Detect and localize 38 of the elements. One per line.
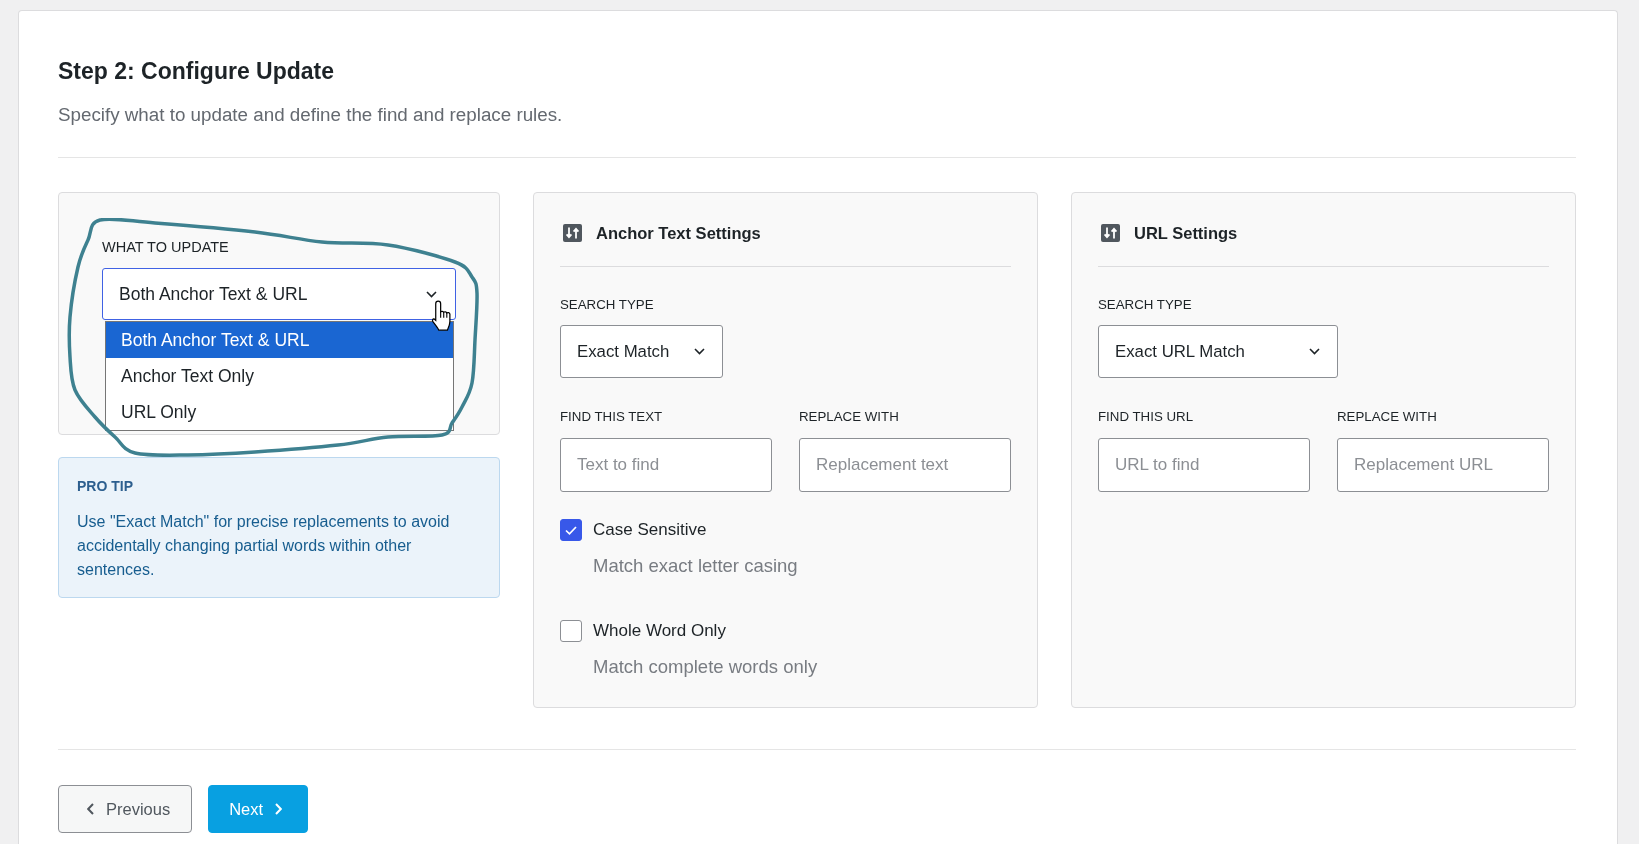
dropdown-select[interactable]: Exact URL Match <box>1098 325 1338 378</box>
checkmark-icon <box>565 525 577 535</box>
dropdown-select[interactable]: Both Anchor Text & URL <box>102 268 456 320</box>
checkbox-label: Case Sensitive <box>593 520 707 540</box>
option-description: Match exact letter casing <box>592 555 799 577</box>
dropdown-option[interactable]: Anchor Text Only <box>106 358 453 394</box>
back-button[interactable]: Previous <box>58 785 193 833</box>
field-label: SEARCH TYPE <box>560 297 655 313</box>
field-label: REPLACE WITH <box>799 409 900 425</box>
up-down-arrows-icon <box>563 224 582 242</box>
dropdown-select[interactable]: Exact Match <box>560 325 723 378</box>
dropdown-option[interactable]: URL Only <box>106 394 453 430</box>
option-description: Match complete words only <box>592 656 819 678</box>
field-label: SEARCH TYPE <box>1098 297 1193 313</box>
page-subtitle: Specify what to update and define the find and replace rules. <box>58 104 564 126</box>
panel-title: Anchor Text Settings <box>596 223 761 243</box>
up-down-arrows-icon <box>1101 224 1120 242</box>
chevron-down-icon <box>426 290 437 298</box>
panel-title: URL Settings <box>1134 223 1238 243</box>
tip-text: Use "Exact Match" for precise replacements to avoid accidentally changing partial words within other sentences. <box>77 512 451 580</box>
tip-title: PRO TIP <box>77 478 134 494</box>
chevron-down-icon <box>1309 348 1320 355</box>
input-field[interactable]: URL to find <box>1098 438 1310 492</box>
field-label: REPLACE WITH <box>1337 409 1438 425</box>
field-label: FIND THIS TEXT <box>560 409 664 425</box>
input-field[interactable]: Text to find <box>560 438 772 492</box>
checkbox[interactable] <box>560 620 582 642</box>
dropdown-option[interactable]: Both Anchor Text & URL <box>106 322 453 358</box>
field-label: FIND THIS URL <box>1098 409 1195 425</box>
chevron-left-icon <box>87 803 94 815</box>
checkbox-label: Whole Word Only <box>593 621 726 641</box>
field-label: WHAT TO UPDATE <box>102 239 230 255</box>
page-title: Step 2: Configure Update <box>58 57 334 85</box>
chevron-right-icon <box>275 803 283 815</box>
chevron-down-icon <box>694 348 705 355</box>
input-field[interactable]: Replacement text <box>799 438 1011 492</box>
input-field[interactable]: Replacement URL <box>1337 438 1549 492</box>
checkbox[interactable] <box>560 519 582 541</box>
